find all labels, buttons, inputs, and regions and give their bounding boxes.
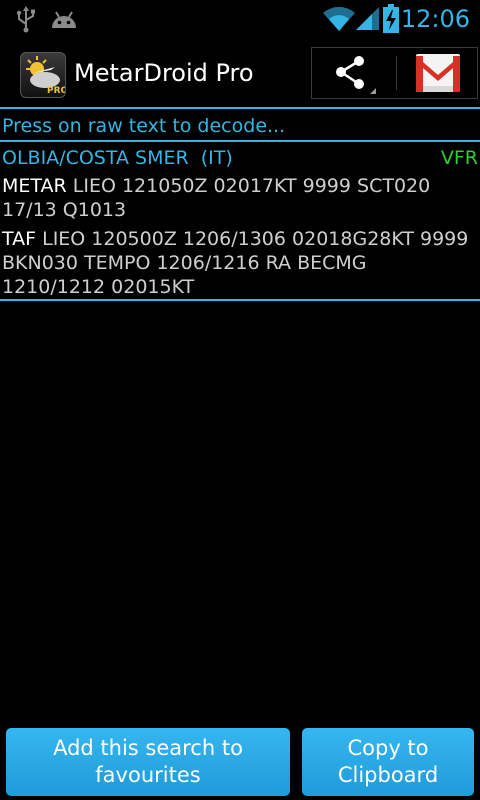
wifi-icon <box>323 6 355 32</box>
station-row[interactable]: OLBIA/COSTA SMER (IT) VFR <box>2 145 478 171</box>
station-name: OLBIA/COSTA SMER (IT) <box>2 147 233 169</box>
usb-icon <box>16 6 35 33</box>
metar-raw-text: LIEO 121050Z 02017KT 9999 SCT020 17/13 Q… <box>2 175 431 221</box>
action-divider <box>396 56 397 90</box>
copy-to-clipboard-label: Copy to Clipboard <box>337 736 439 787</box>
taf-raw-text: LIEO 120500Z 1206/1306 02018G28KT 9999 B… <box>2 228 469 298</box>
header-divider <box>0 107 480 109</box>
share-icon <box>336 56 376 94</box>
taf-label: TAF <box>2 228 37 250</box>
add-to-favourites-label: Add this search to favourites <box>53 736 243 787</box>
app-title: MetarDroid Pro <box>74 59 254 87</box>
signal-icon <box>356 7 379 30</box>
copy-to-clipboard-button[interactable]: Copy to Clipboard <box>302 728 474 796</box>
metar-report[interactable]: METAR LIEO 121050Z 02017KT 9999 SCT020 1… <box>2 174 472 222</box>
screen: 12:06 PRO MetarDroid Pro <box>0 0 480 800</box>
action-buttons <box>311 47 478 99</box>
android-icon <box>52 11 76 28</box>
battery-charging-icon <box>383 4 399 33</box>
metar-label: METAR <box>2 175 67 197</box>
app-icon-badge: PRO <box>47 86 65 96</box>
add-to-favourites-button[interactable]: Add this search to favourites <box>6 728 290 796</box>
taf-report[interactable]: TAF LIEO 120500Z 1206/1306 02018G28KT 99… <box>2 227 472 299</box>
reports-divider <box>0 299 480 301</box>
share-button[interactable] <box>312 48 394 98</box>
status-bar: 12:06 <box>0 0 480 38</box>
gmail-button[interactable] <box>398 48 478 98</box>
hint-divider <box>0 140 480 142</box>
decode-hint: Press on raw text to decode... <box>2 115 286 137</box>
app-logo-icon: PRO <box>20 52 66 98</box>
flight-category-badge: VFR <box>440 147 478 169</box>
status-clock: 12:06 <box>400 5 470 33</box>
gmail-icon <box>416 54 460 92</box>
action-bar: PRO MetarDroid Pro <box>0 38 480 108</box>
